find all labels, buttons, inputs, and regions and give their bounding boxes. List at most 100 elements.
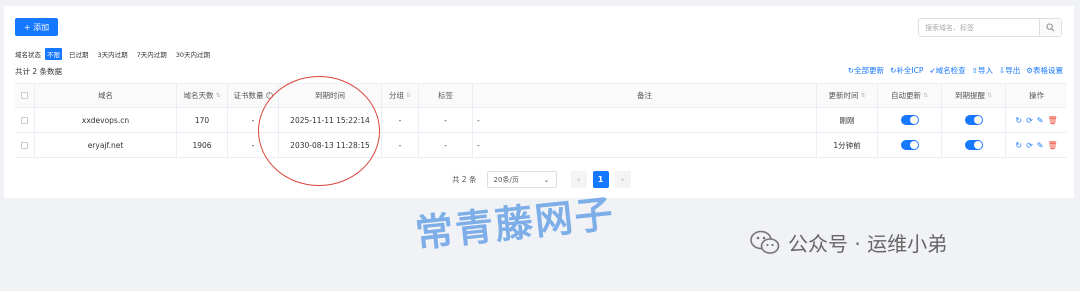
domain-cell[interactable]: xxdevops.cn — [35, 108, 177, 132]
col-ops: 操作 — [1029, 91, 1044, 100]
total-count: 共 2 条 — [452, 175, 477, 184]
certs-cell: - — [228, 108, 279, 132]
row-select-cell — [15, 108, 35, 132]
row-select-cell — [15, 133, 35, 157]
ops-cell: ↻ ⟳ ✎ 🗑 — [1006, 133, 1067, 157]
status-filter: 域名状态 不限 已过期 3天内过期 7天内过期 30天内过期 — [15, 48, 217, 60]
col-note: 备注 — [473, 84, 817, 107]
note-cell: - — [473, 108, 817, 132]
search-input[interactable] — [919, 19, 1039, 36]
update-all-label: 全部更新 — [854, 66, 885, 75]
select-all-checkbox[interactable] — [21, 92, 28, 99]
page-size-value: 20条/页 — [493, 175, 519, 184]
chevron-right-icon: › — [620, 175, 625, 184]
wechat-badge: 公众号 · 运维小弟 — [750, 228, 947, 257]
col-expire[interactable]: 到期时间 — [279, 84, 382, 107]
sort-icon[interactable]: ⇅ — [987, 92, 992, 99]
record-count: 共计 2 条数据 — [15, 67, 63, 76]
domain-table: 域名 域名天数 ⇅ 证书数量? 到期时间 分组 ⇅ 标签 备注 更新时间 ⇅ 自动更新… — [15, 83, 1067, 158]
main-panel: + 添加 域名状态 不限 已过期 3天内过期 7天内过期 30天内过期 共计 2… — [4, 6, 1074, 198]
sort-icon[interactable]: ⇅ — [406, 92, 411, 99]
edit-icon[interactable]: ✎ — [1037, 116, 1044, 125]
chevron-down-icon: ⌄ — [543, 175, 550, 184]
col-group[interactable]: 分组 ⇅ — [382, 84, 419, 107]
sort-icon[interactable]: ⇅ — [215, 92, 220, 99]
auto-update-toggle[interactable] — [900, 115, 919, 125]
table-row[interactable]: xxdevops.cn 170 - 2025-11-11 15:22:14 - … — [15, 108, 1067, 133]
col-remind[interactable]: 到期提醒 ⇅ — [942, 84, 1006, 107]
auto-update-toggle[interactable] — [900, 140, 919, 150]
delete-icon[interactable]: 🗑 — [1047, 116, 1057, 125]
expire-cell: 2030-08-13 11:28:15 — [279, 133, 382, 157]
add-button[interactable]: + 添加 — [15, 18, 58, 36]
delete-icon[interactable]: 🗑 — [1047, 141, 1057, 150]
filter-label: 域名状态 — [15, 51, 41, 59]
col-domain[interactable]: 域名 — [35, 84, 177, 107]
col-updated-label: 更新时间 — [828, 91, 859, 100]
tag-cell: - — [419, 108, 473, 132]
auto-update-cell — [878, 108, 942, 132]
table-header: 域名 域名天数 ⇅ 证书数量? 到期时间 分组 ⇅ 标签 备注 更新时间 ⇅ 自动更新… — [15, 84, 1067, 108]
row-checkbox[interactable] — [21, 141, 28, 149]
gear-icon: ⚙ — [1026, 66, 1033, 75]
domain-check-label: 域名检查 — [935, 66, 966, 75]
col-tag: 标签 — [419, 84, 473, 107]
table-toolbar: ↻全部更新 ↻补全ICP ➶域名检查 ⇧导入 ⇩导出 ⚙表格设置 — [848, 65, 1063, 76]
next-page-button[interactable]: › — [614, 171, 631, 188]
select-all-cell — [15, 84, 35, 107]
certs-cell: - — [228, 133, 279, 157]
col-days[interactable]: 域名天数 ⇅ — [177, 84, 228, 107]
days-cell: 170 — [177, 108, 228, 132]
ops-cell: ↻ ⟳ ✎ 🗑 — [1006, 108, 1067, 132]
note-cell: - — [473, 133, 817, 157]
sort-icon[interactable]: ⇅ — [923, 92, 928, 99]
filter-option-3days[interactable]: 3天内过期 — [96, 48, 130, 60]
refresh-icon[interactable]: ↻ — [1015, 116, 1022, 125]
col-remind-label: 到期提醒 — [954, 91, 985, 100]
export-label: 导出 — [1005, 66, 1021, 75]
sync-icon[interactable]: ⟳ — [1026, 141, 1033, 150]
remind-toggle[interactable] — [964, 115, 983, 125]
domain-check-button[interactable]: ➶域名检查 — [929, 65, 965, 76]
remind-cell — [942, 133, 1006, 157]
sync-icon[interactable]: ⟳ — [1026, 116, 1033, 125]
page-size-select[interactable]: 20条/页 ⌄ — [486, 171, 557, 188]
updated-cell: 1分钟前 — [817, 133, 878, 157]
group-cell: - — [382, 133, 419, 157]
col-expire-label: 到期时间 — [315, 91, 345, 100]
table-row[interactable]: eryajf.net 1906 - 2030-08-13 11:28:15 - … — [15, 133, 1067, 158]
refresh-icon[interactable]: ↻ — [1015, 141, 1022, 150]
import-button[interactable]: ⇧导入 — [972, 65, 993, 76]
filter-option-7days[interactable]: 7天内过期 — [135, 48, 169, 60]
table-settings-label: 表格设置 — [1033, 66, 1063, 75]
complete-icp-button[interactable]: ↻补全ICP — [890, 65, 923, 76]
table-settings-button[interactable]: ⚙表格设置 — [1026, 65, 1063, 76]
row-checkbox[interactable] — [21, 116, 28, 124]
info-icon[interactable]: ? — [265, 92, 273, 99]
days-cell: 1906 — [177, 133, 228, 157]
col-certs-label: 证书数量 — [233, 91, 264, 100]
import-label: 导入 — [977, 66, 993, 75]
complete-icp-label: 补全ICP — [896, 66, 924, 75]
col-updated[interactable]: 更新时间 ⇅ — [817, 84, 878, 107]
updated-cell: 刚刚 — [817, 108, 878, 132]
remind-cell — [942, 108, 1006, 132]
expire-cell: 2025-11-11 15:22:14 — [279, 108, 382, 132]
filter-option-30days[interactable]: 30天内过期 — [174, 48, 212, 60]
filter-option-expired[interactable]: 已过期 — [67, 48, 91, 60]
update-all-button[interactable]: ↻全部更新 — [848, 65, 884, 76]
export-button[interactable]: ⇩导出 — [999, 65, 1020, 76]
edit-icon[interactable]: ✎ — [1037, 141, 1044, 150]
group-cell: - — [382, 108, 419, 132]
search-box — [918, 18, 1062, 37]
chevron-left-icon: ‹ — [576, 175, 581, 184]
search-icon[interactable] — [1039, 19, 1061, 36]
domain-cell[interactable]: eryajf.net — [35, 133, 177, 157]
filter-option-all[interactable]: 不限 — [45, 48, 62, 60]
col-certs: 证书数量? — [228, 84, 279, 107]
col-auto-update-label: 自动更新 — [890, 91, 921, 100]
remind-toggle[interactable] — [964, 140, 983, 150]
sort-icon[interactable]: ⇅ — [860, 92, 865, 99]
col-auto-update[interactable]: 自动更新 ⇅ — [878, 84, 942, 107]
auto-update-cell — [878, 133, 942, 157]
